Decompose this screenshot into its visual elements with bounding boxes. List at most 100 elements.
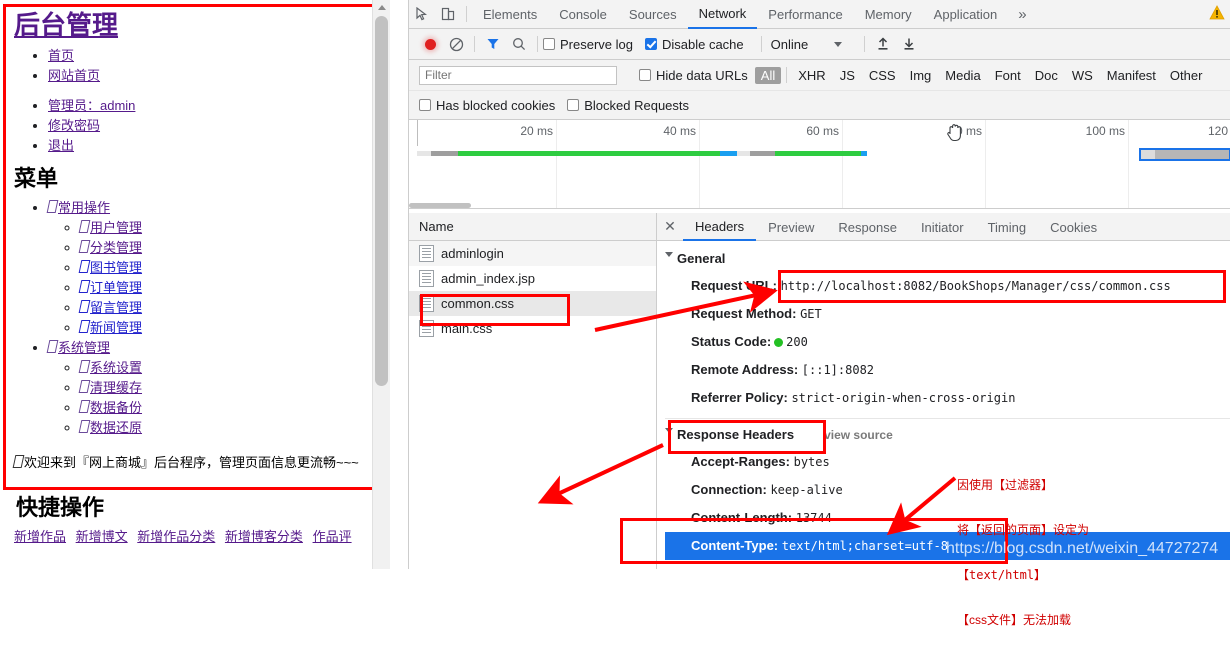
menu-item-message[interactable]: 留言管理 (90, 300, 142, 315)
hide-data-urls-checkbox[interactable] (639, 69, 651, 81)
list-item[interactable]: 修改密码 (48, 116, 380, 136)
nav-link-site-home[interactable]: 网站首页 (48, 68, 100, 83)
quick-link-new-blog-category[interactable]: 新增博客分类 (225, 529, 303, 544)
import-har-icon[interactable] (870, 31, 896, 57)
detail-tab-initiator[interactable]: Initiator (909, 214, 976, 240)
detail-tab-headers[interactable]: Headers (683, 213, 757, 241)
list-item[interactable]: 网站首页 (48, 66, 380, 86)
table-row[interactable]: adminlogin (409, 241, 656, 266)
list-item[interactable]: 系统管理 系统设置 清理缓存 数据备份 数据还原 (46, 338, 380, 438)
menu-item-settings[interactable]: 系统设置 (90, 360, 142, 375)
quick-link-work-review[interactable]: 作品评 (313, 529, 352, 544)
preserve-log-checkbox[interactable] (543, 38, 555, 50)
list-item[interactable]: 退出 (48, 136, 380, 156)
menu-item-news[interactable]: 新闻管理 (90, 320, 142, 335)
chevron-down-icon[interactable] (834, 41, 843, 47)
list-item[interactable]: 分类管理 (78, 238, 380, 258)
clear-button[interactable] (443, 31, 469, 57)
inspect-element-icon[interactable] (409, 1, 435, 27)
list-item[interactable]: 图书管理 (78, 258, 380, 278)
has-blocked-cookies-label[interactable]: Has blocked cookies (436, 98, 555, 113)
tab-network[interactable]: Network (687, 0, 758, 29)
filter-type-xhr[interactable]: XHR (792, 67, 831, 84)
list-item[interactable]: 数据备份 (78, 398, 380, 418)
menu-item-book[interactable]: 图书管理 (90, 260, 142, 275)
filter-type-img[interactable]: Img (904, 67, 938, 84)
nav-link-home[interactable]: 首页 (48, 48, 74, 63)
filter-funnel-icon[interactable] (480, 31, 506, 57)
page-title[interactable]: 后台管理 (14, 8, 380, 42)
detail-tab-cookies[interactable]: Cookies (1038, 214, 1109, 240)
filter-input[interactable] (419, 65, 617, 85)
detail-tab-response[interactable]: Response (826, 214, 909, 240)
table-row-selected[interactable]: common.css (409, 291, 656, 316)
list-item[interactable]: 系统设置 (78, 358, 380, 378)
table-row[interactable]: admin_index.jsp (409, 266, 656, 291)
record-button[interactable] (417, 31, 443, 57)
filter-type-ws[interactable]: WS (1066, 67, 1099, 84)
detail-tab-preview[interactable]: Preview (756, 214, 826, 240)
list-item[interactable]: 新闻管理 (78, 318, 380, 338)
filter-type-other[interactable]: Other (1164, 67, 1209, 84)
list-item[interactable]: 首页 (48, 46, 380, 66)
nav-link-admin[interactable]: 管理员：admin (48, 98, 135, 113)
menu-item-user[interactable]: 用户管理 (90, 220, 142, 235)
list-item[interactable]: 留言管理 (78, 298, 380, 318)
quick-link-new-work-category[interactable]: 新增作品分类 (137, 529, 215, 544)
menu-group-common[interactable]: 常用操作 (58, 200, 110, 215)
filter-type-font[interactable]: Font (989, 67, 1027, 84)
toggle-device-toolbar-icon[interactable] (435, 1, 461, 27)
menu-item-order[interactable]: 订单管理 (90, 280, 142, 295)
requests-column-header[interactable]: Name (409, 213, 656, 241)
blocked-requests-checkbox[interactable] (567, 99, 580, 111)
warning-icon[interactable] (1209, 5, 1225, 23)
list-item[interactable]: 订单管理 (78, 278, 380, 298)
list-item[interactable]: 用户管理 (78, 218, 380, 238)
filter-type-media[interactable]: Media (939, 67, 986, 84)
menu-group-system[interactable]: 系统管理 (58, 340, 110, 355)
network-overview-timeline[interactable]: 20 ms 40 ms 60 ms 80 ms 100 ms 120 (409, 120, 1230, 209)
scrollbar-thumb[interactable] (375, 16, 388, 386)
menu-item-restore[interactable]: 数据还原 (90, 420, 142, 435)
list-item[interactable]: 常用操作 用户管理 分类管理 图书管理 订单管理 留言管理 新闻管理 (46, 198, 380, 338)
list-item[interactable]: 清理缓存 (78, 378, 380, 398)
general-section-title[interactable]: General (665, 251, 1230, 266)
has-blocked-cookies-checkbox[interactable] (419, 99, 431, 111)
filter-type-css[interactable]: CSS (863, 67, 902, 84)
table-row[interactable]: main.css (409, 316, 656, 341)
list-item[interactable]: 数据还原 (78, 418, 380, 438)
quick-link-new-post[interactable]: 新增博文 (76, 529, 128, 544)
nav-link-change-password[interactable]: 修改密码 (48, 118, 100, 133)
disable-cache-checkbox[interactable] (644, 38, 657, 50)
filter-type-all[interactable]: All (754, 66, 782, 84)
disable-cache-label[interactable]: Disable cache (662, 37, 744, 52)
tab-performance[interactable]: Performance (757, 1, 853, 28)
export-har-icon[interactable] (896, 31, 922, 57)
quick-link-new-work[interactable]: 新增作品 (14, 529, 66, 544)
tab-console[interactable]: Console (548, 1, 618, 28)
nav-link-logout[interactable]: 退出 (48, 138, 74, 153)
view-source-link[interactable]: view source (824, 428, 893, 442)
menu-item-clear-cache[interactable]: 清理缓存 (90, 380, 142, 395)
filter-type-doc[interactable]: Doc (1029, 67, 1064, 84)
close-icon[interactable]: ✕ (657, 218, 683, 235)
tab-sources[interactable]: Sources (618, 1, 688, 28)
scroll-up-arrow-icon[interactable] (373, 0, 390, 14)
menu-item-category[interactable]: 分类管理 (90, 240, 142, 255)
menu-item-backup[interactable]: 数据备份 (90, 400, 142, 415)
tab-elements[interactable]: Elements (472, 1, 548, 28)
preserve-log-label[interactable]: Preserve log (560, 37, 633, 52)
blocked-requests-label[interactable]: Blocked Requests (584, 98, 689, 113)
timeline-horizontal-scrollbar[interactable] (409, 203, 471, 208)
filter-type-js[interactable]: JS (834, 67, 861, 84)
list-item[interactable]: 管理员：admin (48, 96, 380, 116)
search-icon[interactable] (506, 31, 532, 57)
tab-memory[interactable]: Memory (854, 1, 923, 28)
more-tabs-icon[interactable]: » (1008, 6, 1036, 23)
page-scrollbar[interactable] (372, 0, 390, 569)
response-headers-section-title[interactable]: Response Headers view source (665, 427, 1230, 442)
hide-data-urls-label[interactable]: Hide data URLs (656, 68, 748, 83)
filter-type-manifest[interactable]: Manifest (1101, 67, 1162, 84)
timeline-selection-window[interactable] (1139, 148, 1230, 161)
tab-application[interactable]: Application (923, 1, 1009, 28)
